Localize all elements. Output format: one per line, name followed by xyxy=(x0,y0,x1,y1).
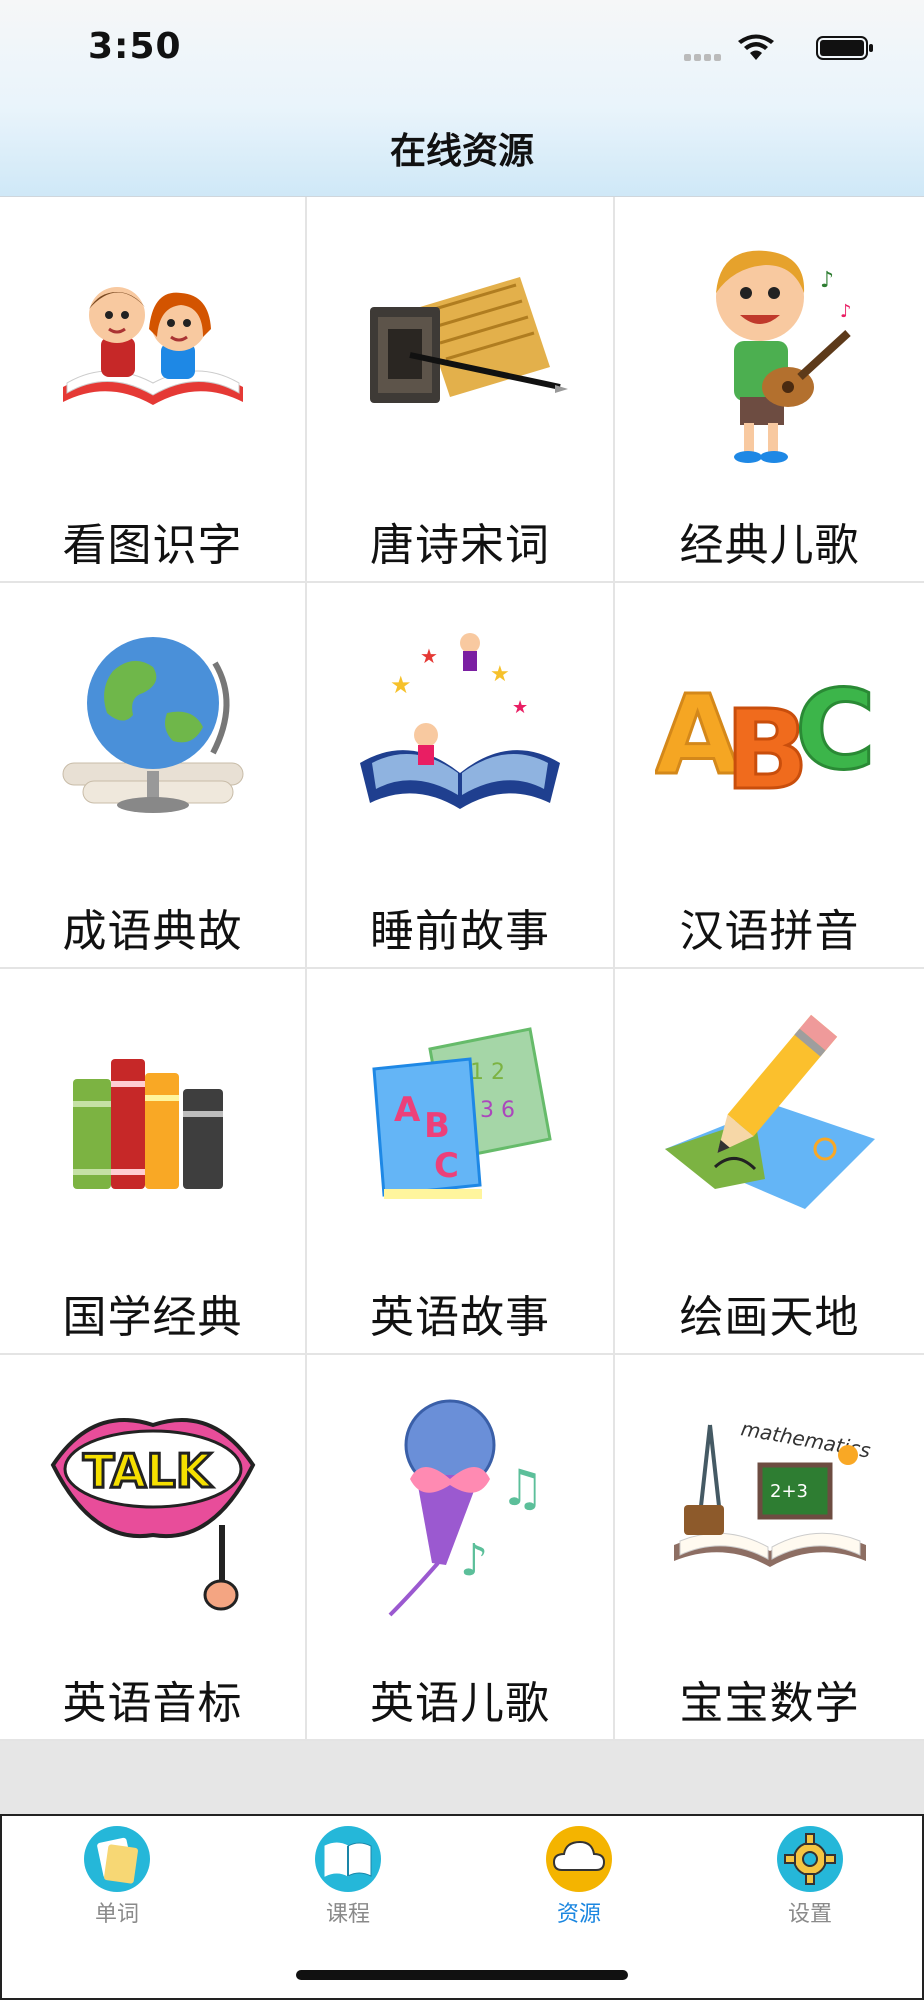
globe-with-scrolls-icon xyxy=(62,637,243,813)
tab-label: 课程 xyxy=(325,1902,370,1927)
wifi-icon xyxy=(738,34,774,60)
svg-text:1 2: 1 2 xyxy=(470,1060,505,1085)
tile-jingdianerge[interactable]: ♪ ♪ 经典儿歌 xyxy=(615,197,924,583)
cellular-signal-icon xyxy=(684,54,724,64)
tile-label: 看图识字 xyxy=(62,520,243,571)
status-time: 3:50 xyxy=(88,26,182,67)
scroll-and-brush-icon xyxy=(370,277,568,403)
header: 3:50 在线资源 xyxy=(0,0,924,197)
tile-baobaoshuxue[interactable]: mathematics 2+3 宝宝数学 xyxy=(615,1355,924,1741)
page-title: 在线资源 xyxy=(389,131,534,172)
tile-hanyupinyin[interactable]: A B C 汉语拼音 xyxy=(615,583,924,969)
svg-text:C: C xyxy=(795,666,876,794)
open-book-icon xyxy=(315,1826,381,1892)
tab-words[interactable]: 单词 xyxy=(57,1826,177,1928)
status-icons xyxy=(654,34,874,64)
tile-yingyugushi[interactable]: 1 2 3 6 A B C 英语故事 xyxy=(307,969,615,1355)
svg-text:★: ★ xyxy=(512,697,528,718)
tab-courses[interactable]: 课程 xyxy=(288,1826,408,1928)
svg-text:♪: ♪ xyxy=(840,301,852,322)
svg-text:★: ★ xyxy=(420,644,438,668)
tile-yingyuyinbiao[interactable]: TALK 英语音标 xyxy=(0,1355,307,1741)
tile-huihuatiandi[interactable]: 绘画天地 xyxy=(615,969,924,1355)
svg-text:A: A xyxy=(394,1090,421,1130)
tile-label: 英语音标 xyxy=(62,1678,243,1729)
note-card-icon xyxy=(84,1826,150,1892)
svg-text:2+3: 2+3 xyxy=(770,1481,808,1502)
svg-text:♫: ♫ xyxy=(500,1459,545,1517)
svg-text:♪: ♪ xyxy=(820,268,834,293)
abc-letters-icon: A B C xyxy=(655,665,877,816)
tile-label: 英语儿歌 xyxy=(370,1678,550,1729)
kids-reading-book-icon xyxy=(62,287,243,405)
microphone-music-icon: ♫ ♪ xyxy=(388,1399,545,1617)
svg-text:TALK: TALK xyxy=(83,1444,214,1498)
tile-label: 宝宝数学 xyxy=(679,1678,860,1729)
svg-text:★: ★ xyxy=(390,671,412,699)
tile-label: 国学经典 xyxy=(62,1292,243,1343)
cloud-icon xyxy=(546,1826,612,1892)
tile-label: 睡前故事 xyxy=(370,906,550,957)
tile-label: 绘画天地 xyxy=(679,1292,860,1343)
math-book-icon: mathematics 2+3 xyxy=(673,1416,872,1567)
talk-mouth-sign-icon: TALK xyxy=(50,1418,255,1611)
svg-text:♪: ♪ xyxy=(460,1535,488,1586)
battery-icon xyxy=(816,36,873,60)
tile-label: 唐诗宋词 xyxy=(370,520,550,571)
tile-kanturshizi[interactable]: 看图识字 xyxy=(0,197,307,583)
svg-text:B: B xyxy=(424,1106,450,1146)
tab-label: 资源 xyxy=(556,1902,601,1927)
pencil-drawing-icon xyxy=(664,1014,875,1209)
tile-label: 经典儿歌 xyxy=(679,520,860,571)
tab-label: 设置 xyxy=(787,1902,832,1927)
tile-tangshisongci[interactable]: 唐诗宋词 xyxy=(307,197,615,583)
svg-text:★: ★ xyxy=(490,662,510,687)
svg-text:C: C xyxy=(434,1146,459,1186)
tile-guoxuejingdian[interactable]: 国学经典 xyxy=(0,969,307,1355)
tab-label: 单词 xyxy=(94,1902,139,1927)
gear-icon xyxy=(777,1826,843,1892)
books-icon xyxy=(72,1059,223,1189)
storybook-icon: ★ ★ ★ ★ xyxy=(360,633,560,809)
abc-book-icon: 1 2 3 6 A B C xyxy=(372,1027,552,1199)
tile-label: 成语典故 xyxy=(62,906,243,957)
svg-text:3 6: 3 6 xyxy=(480,1098,515,1123)
tab-resources[interactable]: 资源 xyxy=(519,1826,639,1928)
resource-grid: 看图识字 唐诗宋词 ♪ ♪ 经典儿歌 成语典故 ★ ★ ★ ★ 睡前故事 A B… xyxy=(0,197,924,1741)
tile-chengyudiangu[interactable]: 成语典故 xyxy=(0,583,307,969)
tile-label: 汉语拼音 xyxy=(679,906,860,957)
tile-shuiqiangushi[interactable]: ★ ★ ★ ★ 睡前故事 xyxy=(307,583,615,969)
boy-with-guitar-icon: ♪ ♪ xyxy=(715,250,852,463)
tab-settings[interactable]: 设置 xyxy=(750,1826,870,1928)
tile-yingyuerge[interactable]: ♫ ♪ 英语儿歌 xyxy=(307,1355,615,1741)
tile-label: 英语故事 xyxy=(370,1292,550,1343)
home-indicator[interactable] xyxy=(296,1970,628,1980)
